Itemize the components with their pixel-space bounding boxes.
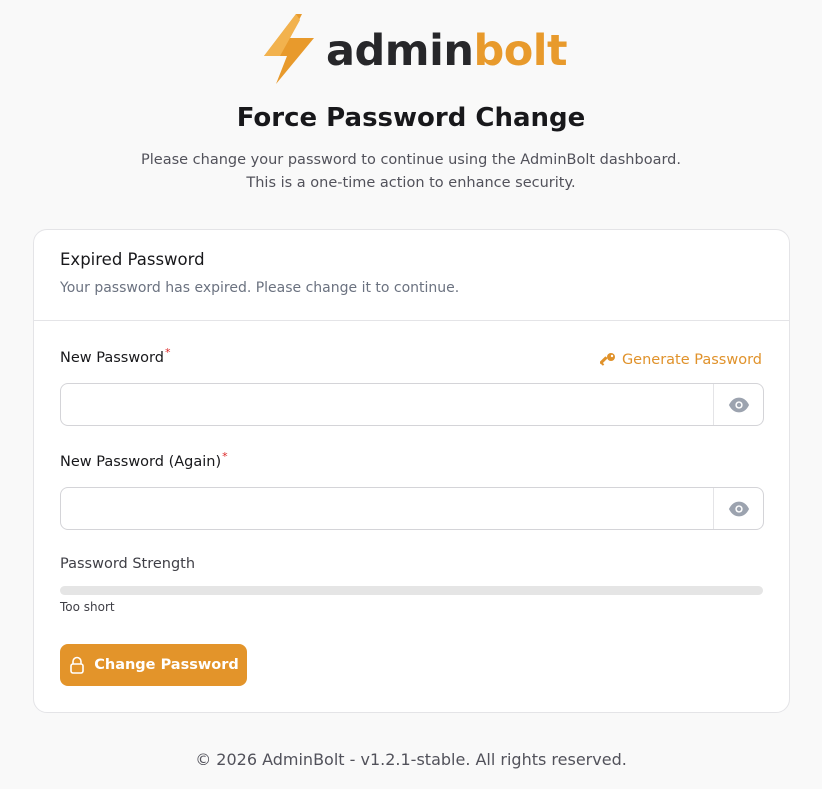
password-strength-bar bbox=[60, 586, 763, 595]
subtitle-line-1: Please change your password to continue … bbox=[141, 152, 681, 168]
brand-part-1: admin bbox=[326, 25, 474, 76]
toggle-new-password-visibility[interactable] bbox=[713, 384, 763, 425]
required-marker: * bbox=[222, 450, 228, 463]
brand-part-2: bolt bbox=[473, 25, 568, 76]
card-header: Expired Password Your password has expir… bbox=[34, 230, 789, 321]
generate-password-label: Generate Password bbox=[621, 352, 762, 368]
password-strength-status: Too short bbox=[60, 600, 115, 614]
eye-icon bbox=[728, 397, 749, 412]
page-subtitle: Please change your password to continue … bbox=[0, 149, 822, 195]
new-password-label-text: New Password bbox=[60, 350, 164, 366]
change-password-button[interactable]: Change Password bbox=[60, 644, 247, 686]
page-title: Force Password Change bbox=[236, 103, 586, 133]
lock-icon bbox=[70, 656, 85, 674]
required-marker: * bbox=[164, 346, 171, 359]
generate-password-button[interactable]: Generate Password bbox=[599, 352, 762, 368]
password-card: Expired Password Your password has expir… bbox=[33, 229, 790, 713]
change-password-label: Change Password bbox=[94, 657, 239, 673]
brand-wordmark: adminbolt bbox=[326, 29, 568, 73]
new-password-again-label-text: New Password (Again) bbox=[60, 454, 222, 470]
new-password-label: New Password* bbox=[60, 346, 170, 366]
toggle-new-password-again-visibility[interactable] bbox=[713, 488, 763, 529]
eye-icon bbox=[728, 501, 749, 516]
card-heading: Expired Password bbox=[60, 250, 205, 269]
new-password-again-input[interactable] bbox=[61, 488, 713, 529]
footer-copyright: © 2026 AdminBolt - v1.2.1-stable. All ri… bbox=[195, 750, 627, 769]
new-password-field bbox=[60, 383, 764, 426]
brand-logo: adminbolt bbox=[260, 12, 568, 86]
password-strength-label: Password Strength bbox=[60, 556, 196, 572]
key-icon bbox=[599, 353, 615, 366]
new-password-input[interactable] bbox=[61, 384, 713, 425]
subtitle-line-2: This is a one-time action to enhance sec… bbox=[246, 175, 576, 191]
lightning-bolt-icon bbox=[264, 14, 314, 84]
new-password-again-label: New Password (Again)* bbox=[60, 450, 228, 470]
new-password-again-field bbox=[60, 487, 764, 530]
card-description: Your password has expired. Please change… bbox=[60, 280, 460, 296]
page: adminbolt Force Password Change Please c… bbox=[0, 0, 822, 789]
